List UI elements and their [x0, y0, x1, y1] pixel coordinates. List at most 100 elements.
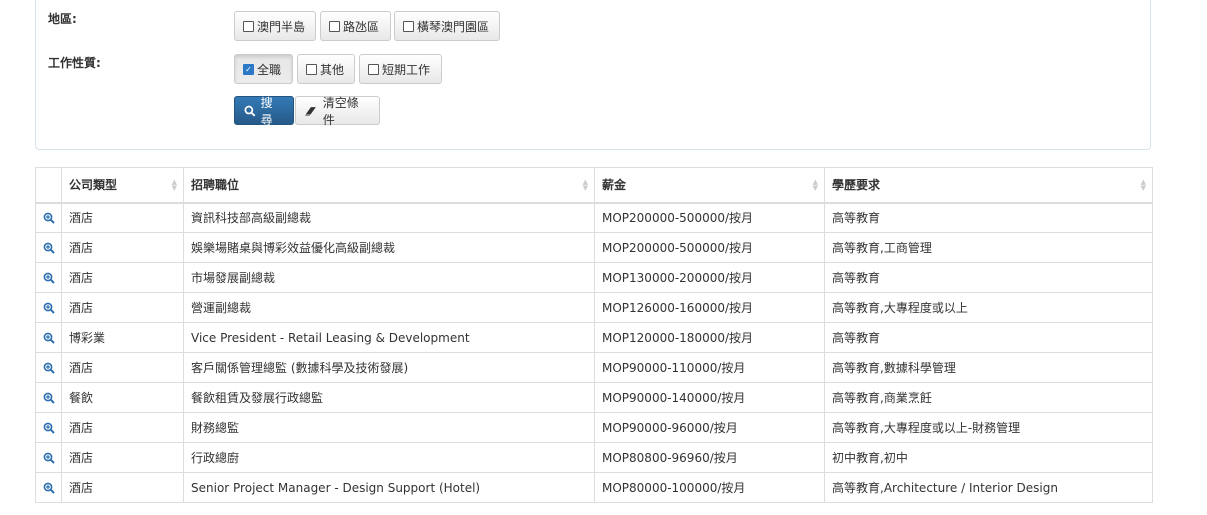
- region-option-hengqin[interactable]: 橫琴澳門園區: [394, 11, 500, 41]
- detail-cell[interactable]: [35, 382, 62, 413]
- cell-position: 娛樂場賭桌與博彩效益優化高級副總裁: [183, 232, 595, 263]
- detail-cell[interactable]: [35, 352, 62, 383]
- cell-salary: MOP90000-140000/按月: [594, 382, 825, 413]
- checkbox-checked-icon[interactable]: ✓: [243, 63, 254, 75]
- cell-position: 客戶關係管理總監 (數據科學及技術發展): [183, 352, 595, 383]
- detail-cell[interactable]: [35, 442, 62, 473]
- header-label: 薪金: [602, 178, 627, 193]
- detail-cell[interactable]: [35, 292, 62, 323]
- cell-salary: MOP126000-160000/按月: [594, 292, 825, 323]
- cell-company-type: 餐飲: [61, 382, 184, 413]
- header-company-type[interactable]: 公司類型 ▲ ▼: [61, 167, 184, 204]
- zoom-in-icon[interactable]: [43, 272, 55, 284]
- option-label: 全職: [257, 62, 282, 77]
- zoom-in-icon[interactable]: [43, 392, 55, 404]
- cell-position: 市場發展副總裁: [183, 262, 595, 293]
- clear-button[interactable]: 清空條件: [295, 95, 380, 127]
- zoom-in-icon[interactable]: [43, 302, 55, 314]
- table-row[interactable]: 酒店 財務總監 MOP90000-96000/按月 高等教育,大專程度或以上-財務管理: [35, 412, 1153, 443]
- cell-position: Vice President - Retail Leasing & Develo…: [183, 322, 595, 353]
- table-row[interactable]: 酒店 營運副總裁 MOP126000-160000/按月 高等教育,大專程度或以上: [35, 292, 1153, 323]
- table-row[interactable]: 酒店 Senior Project Manager - Design Suppor…: [35, 472, 1153, 503]
- zoom-in-icon[interactable]: [43, 422, 55, 434]
- header-label: 招聘職位: [191, 178, 240, 193]
- header-position[interactable]: 招聘職位 ▲ ▼: [183, 167, 595, 204]
- checkbox-icon[interactable]: [243, 20, 254, 32]
- region-option-macau-peninsula[interactable]: 澳門半島: [234, 11, 316, 41]
- cell-education: 高等教育: [824, 262, 1153, 293]
- cell-company-type: 酒店: [61, 412, 184, 443]
- cell-education: 高等教育,大專程度或以上: [824, 292, 1153, 323]
- header-label: 學歷要求: [832, 178, 881, 193]
- cell-salary: MOP90000-110000/按月: [594, 352, 825, 383]
- table-row[interactable]: 酒店 資訊科技部高級副總裁 MOP200000-500000/按月 高等教育: [35, 202, 1153, 233]
- job-nature-option-temporary[interactable]: 短期工作: [359, 54, 442, 84]
- zoom-in-icon[interactable]: [43, 452, 55, 464]
- detail-cell[interactable]: [35, 202, 62, 233]
- header-salary[interactable]: 薪金 ▲ ▼: [594, 167, 825, 204]
- cell-education: 高等教育,數據科學管理: [824, 352, 1153, 383]
- detail-cell[interactable]: [35, 472, 62, 503]
- clear-button-label: 清空條件: [322, 95, 359, 127]
- table-row[interactable]: 酒店 行政總廚 MOP80800-96960/按月 初中教育,初中: [35, 442, 1153, 473]
- cell-education: 高等教育,大專程度或以上-財務管理: [824, 412, 1153, 443]
- cell-education: 初中教育,初中: [824, 442, 1153, 473]
- sort-icon[interactable]: ▲ ▼: [583, 179, 588, 192]
- cell-education: 高等教育,Architecture / Interior Design: [824, 472, 1153, 503]
- table-row[interactable]: 博彩業 Vice President - Retail Leasing & Dev…: [35, 322, 1153, 353]
- cell-education: 高等教育: [824, 322, 1153, 353]
- checkbox-icon[interactable]: [403, 20, 414, 32]
- zoom-in-icon[interactable]: [43, 482, 55, 494]
- detail-cell[interactable]: [35, 412, 62, 443]
- zoom-in-icon[interactable]: [43, 242, 55, 254]
- cell-company-type: 酒店: [61, 202, 184, 233]
- header-education[interactable]: 學歷要求 ▲ ▼: [824, 167, 1153, 204]
- search-icon: [244, 105, 256, 117]
- zoom-in-icon[interactable]: [43, 212, 55, 224]
- checkbox-icon[interactable]: [306, 63, 317, 75]
- cell-position: 行政總廚: [183, 442, 595, 473]
- search-button[interactable]: 搜尋: [234, 95, 294, 127]
- option-label: 短期工作: [382, 62, 431, 77]
- option-label: 澳門半島: [257, 19, 306, 34]
- cell-company-type: 酒店: [61, 442, 184, 473]
- cell-company-type: 博彩業: [61, 322, 184, 353]
- checkbox-icon[interactable]: [368, 63, 379, 75]
- job-results-table: 公司類型 ▲ ▼ 招聘職位 ▲ ▼ 薪金 ▲ ▼ 學歷要求 ▲ ▼ 酒店 資訊科技部高級副…: [35, 167, 1153, 503]
- job-nature-label: 工作性質:: [48, 56, 101, 70]
- job-nature-option-fulltime[interactable]: ✓ 全職: [234, 54, 293, 84]
- sort-icon[interactable]: ▲ ▼: [813, 179, 818, 192]
- sort-icon[interactable]: ▲ ▼: [1141, 179, 1146, 192]
- header-label: 公司類型: [69, 178, 118, 193]
- detail-cell[interactable]: [35, 262, 62, 293]
- cell-salary: MOP120000-180000/按月: [594, 322, 825, 353]
- cell-company-type: 酒店: [61, 262, 184, 293]
- table-row[interactable]: 酒店 娛樂場賭桌與博彩效益優化高級副總裁 MOP200000-500000/按月 高等…: [35, 232, 1153, 263]
- job-nature-option-other[interactable]: 其他: [297, 54, 355, 84]
- search-button-label: 搜尋: [260, 95, 273, 127]
- cell-education: 高等教育,工商管理: [824, 232, 1153, 263]
- cell-position: 營運副總裁: [183, 292, 595, 323]
- cell-salary: MOP130000-200000/按月: [594, 262, 825, 293]
- checkbox-icon[interactable]: [329, 20, 340, 32]
- region-label: 地區:: [48, 12, 77, 26]
- table-row[interactable]: 餐飲 餐飲租賃及發展行政總監 MOP90000-140000/按月 高等教育,商業烹飪: [35, 382, 1153, 413]
- cell-salary: MOP200000-500000/按月: [594, 232, 825, 263]
- cell-salary: MOP80000-100000/按月: [594, 472, 825, 503]
- cell-position: Senior Project Manager - Design Support …: [183, 472, 595, 503]
- zoom-in-icon[interactable]: [43, 332, 55, 344]
- table-row[interactable]: 酒店 市場發展副總裁 MOP130000-200000/按月 高等教育: [35, 262, 1153, 293]
- cell-company-type: 酒店: [61, 292, 184, 323]
- option-label: 路氹區: [343, 19, 380, 34]
- header-detail: [35, 167, 62, 204]
- cell-company-type: 酒店: [61, 232, 184, 263]
- cell-company-type: 酒店: [61, 352, 184, 383]
- filter-panel: [35, 0, 1151, 150]
- detail-cell[interactable]: [35, 232, 62, 263]
- zoom-in-icon[interactable]: [43, 362, 55, 374]
- region-option-cotai[interactable]: 路氹區: [320, 11, 391, 41]
- detail-cell[interactable]: [35, 322, 62, 353]
- sort-icon[interactable]: ▲ ▼: [172, 179, 177, 192]
- table-body: 酒店 資訊科技部高級副總裁 MOP200000-500000/按月 高等教育 酒店 娛樂場…: [35, 202, 1153, 503]
- table-row[interactable]: 酒店 客戶關係管理總監 (數據科學及技術發展) MOP90000-110000/按月…: [35, 352, 1153, 383]
